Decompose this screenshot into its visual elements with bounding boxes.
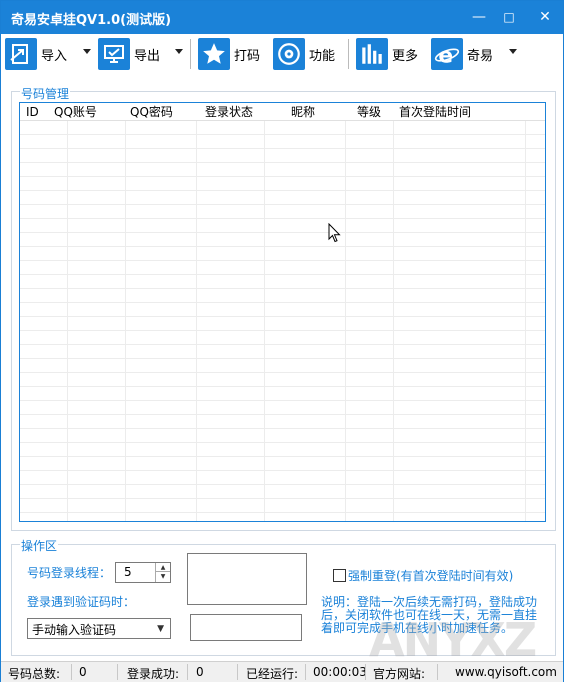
status-separator (305, 664, 306, 680)
stepper-down-icon[interactable]: ▼ (156, 572, 170, 581)
captcha-input[interactable] (190, 614, 302, 641)
column-divider (525, 103, 526, 521)
stepper-buttons[interactable]: ▲ ▼ (155, 563, 170, 582)
window-title: 奇易安卓挂QV1.0(测试版) (11, 13, 172, 28)
toolbar: 导入 导出 打码 功能 更多 e 奇易 (1, 34, 563, 74)
threads-label: 号码登录线程： (27, 566, 112, 580)
watermark-logo: ANYXZ (369, 613, 537, 667)
qiyi-dropdown-arrow-icon[interactable] (509, 49, 517, 54)
bar-chart-icon (356, 38, 388, 70)
ops-group-label: 操作区 (20, 537, 59, 554)
column-divider (393, 103, 394, 521)
captcha-mode-select[interactable]: 手动输入验证码 ▼ (27, 618, 171, 639)
column-header-nickname[interactable]: 昵称 (291, 103, 315, 121)
title-bar[interactable]: 奇易安卓挂QV1.0(测试版) — □ ✕ (1, 1, 563, 34)
column-header-id[interactable]: ID (26, 103, 39, 121)
column-header-qq-account[interactable]: QQ账号 (54, 103, 97, 121)
captcha-image-box (187, 553, 307, 605)
import-dropdown-arrow-icon[interactable] (83, 49, 91, 54)
status-separator (71, 664, 72, 680)
function-label: 功能 (309, 48, 336, 64)
captcha-mode-value: 手动输入验证码 (32, 623, 117, 637)
maximize-button[interactable]: □ (495, 5, 523, 29)
status-separator (365, 664, 366, 680)
minimize-button[interactable]: — (465, 5, 493, 29)
column-divider (125, 103, 126, 521)
stepper-up-icon[interactable]: ▲ (156, 563, 170, 572)
import-label: 导入 (41, 48, 68, 64)
export-button[interactable]: 导出 (98, 38, 160, 70)
column-header-level[interactable]: 等级 (357, 103, 381, 121)
close-button[interactable]: ✕ (531, 5, 559, 29)
qiyi-button[interactable]: e 奇易 (431, 38, 493, 70)
login-success-value: 0 (196, 665, 204, 679)
chevron-down-icon[interactable]: ▼ (157, 624, 164, 634)
column-divider (196, 103, 197, 521)
export-dropdown-arrow-icon[interactable] (175, 49, 183, 54)
svg-text:e: e (438, 44, 453, 67)
status-separator (187, 664, 188, 680)
toolbar-separator (348, 39, 349, 69)
official-site-label: 官方网站: (373, 667, 426, 681)
status-separator (437, 664, 438, 680)
threads-stepper[interactable]: 5 ▲ ▼ (115, 562, 171, 583)
column-header-login-status[interactable]: 登录状态 (205, 103, 253, 121)
login-success-label: 登录成功: (127, 667, 180, 681)
column-header-first-login-time[interactable]: 首次登陆时间 (399, 103, 471, 121)
import-button[interactable]: 导入 (5, 38, 67, 70)
function-button[interactable]: 功能 (273, 38, 335, 70)
captcha-label: 打码 (234, 48, 261, 64)
column-divider (345, 103, 346, 521)
main-window: 奇易安卓挂QV1.0(测试版) — □ ✕ 导入 导出 打码 功能 更多 e 奇… (0, 0, 564, 682)
column-divider (264, 103, 265, 521)
running-time-value: 00:00:03 (313, 665, 367, 679)
account-group-label: 号码管理 (20, 85, 71, 102)
more-button[interactable]: 更多 (356, 38, 418, 70)
captcha-button[interactable]: 打码 (198, 38, 260, 70)
export-icon (98, 38, 130, 70)
mouse-cursor-icon (328, 223, 341, 243)
export-label: 导出 (134, 48, 161, 64)
ie-icon: e (431, 38, 463, 70)
status-separator (117, 664, 118, 680)
account-table[interactable]: ID QQ账号 QQ密码 登录状态 昵称 等级 首次登陆时间 (19, 102, 546, 522)
more-label: 更多 (392, 48, 419, 64)
status-separator (237, 664, 238, 680)
status-bar: 号码总数: 0 登录成功: 0 已经运行: 00:00:03 官方网站: www… (1, 661, 563, 682)
threads-value[interactable]: 5 (124, 565, 132, 579)
running-time-label: 已经运行: (246, 667, 299, 681)
captcha-mode-label: 登录遇到验证码时： (27, 595, 136, 609)
force-relogin-checkbox[interactable] (333, 569, 346, 582)
qiyi-label: 奇易 (467, 48, 494, 64)
total-count-label: 号码总数: (8, 667, 61, 681)
column-divider (67, 103, 68, 521)
force-relogin-option[interactable]: 强制重登(有首次登陆时间有效) (333, 567, 513, 584)
toolbar-separator (190, 39, 191, 69)
total-count-value: 0 (79, 665, 87, 679)
disc-icon (273, 38, 305, 70)
official-site-link[interactable]: www.qyisoft.com (455, 665, 557, 679)
column-header-qq-password[interactable]: QQ密码 (130, 103, 173, 121)
import-icon (5, 38, 37, 70)
force-relogin-label[interactable]: 强制重登(有首次登陆时间有效) (348, 567, 513, 584)
star-icon (198, 38, 230, 70)
table-header: ID QQ账号 QQ密码 登录状态 昵称 等级 首次登陆时间 (20, 103, 545, 121)
